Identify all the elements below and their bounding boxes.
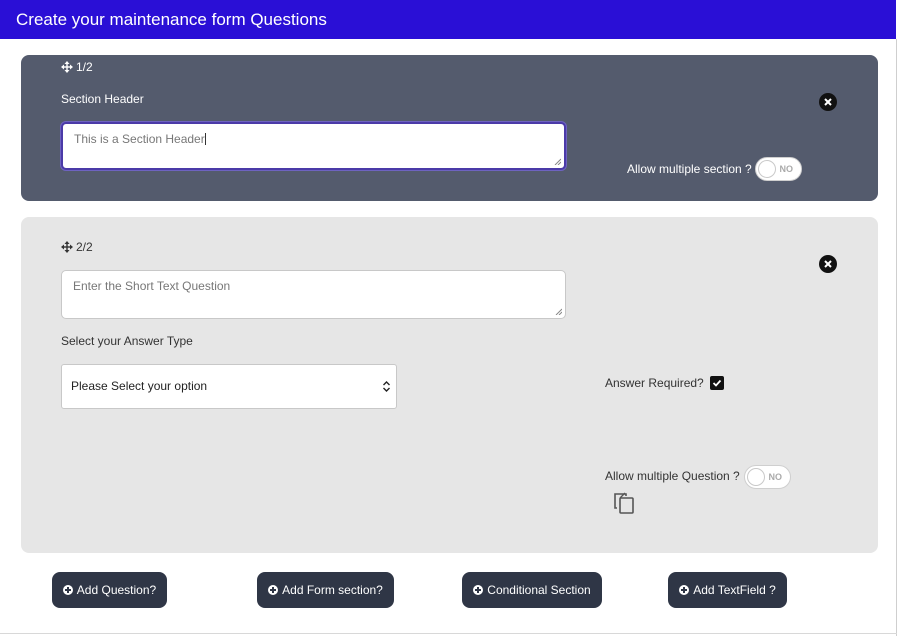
answer-type-select[interactable]: Please Select your option — [61, 364, 397, 409]
section-header-label: Section Header — [61, 92, 144, 106]
section-index: 1/2 — [76, 60, 93, 74]
toggle-state: NO — [768, 472, 783, 482]
question-drag-handle[interactable]: 2/2 — [61, 240, 93, 254]
answer-type-selected: Please Select your option — [71, 379, 208, 393]
resize-grip-icon[interactable] — [554, 158, 561, 165]
plus-circle-icon — [268, 585, 279, 595]
add-form-section-label: Add Form section? — [282, 583, 383, 597]
section-header-input[interactable]: This is a Section Header — [61, 122, 566, 170]
question-card: 2/2 Enter the Short Text Question Select… — [21, 217, 878, 553]
question-index: 2/2 — [76, 240, 93, 254]
section-header-card: 1/2 Section Header This is a Section Hea… — [21, 55, 878, 201]
answer-type-label: Select your Answer Type — [61, 334, 193, 348]
plus-circle-icon — [62, 585, 73, 595]
section-header-value: This is a Section Header — [74, 132, 205, 146]
add-textfield-label: Add TextField ? — [693, 583, 776, 597]
close-circle-icon — [824, 98, 832, 106]
conditional-section-button[interactable]: Conditional Section — [462, 572, 602, 608]
page-header: Create your maintenance form Questions — [0, 0, 896, 39]
plus-circle-icon — [679, 585, 690, 595]
close-circle-icon — [824, 260, 832, 268]
page-title: Create your maintenance form Questions — [16, 9, 327, 29]
move-arrows-icon — [61, 241, 73, 253]
section-drag-handle[interactable]: 1/2 — [61, 60, 93, 74]
add-question-label: Add Question? — [76, 583, 157, 597]
checkmark-icon — [712, 379, 722, 387]
question-placeholder: Enter the Short Text Question — [73, 279, 231, 293]
move-arrows-icon — [61, 61, 73, 73]
toggle-state: NO — [779, 164, 794, 174]
allow-multiple-question-toggle[interactable]: NO — [744, 465, 791, 489]
toggle-knob — [747, 468, 765, 486]
add-form-section-button[interactable]: Add Form section? — [257, 572, 394, 608]
remove-section-button[interactable] — [819, 93, 837, 111]
plus-circle-icon — [473, 585, 484, 595]
bottom-divider — [0, 633, 897, 634]
remove-question-button[interactable] — [819, 255, 837, 273]
chevron-updown-icon — [383, 381, 390, 392]
resize-grip-icon[interactable] — [555, 308, 562, 315]
answer-required-label: Answer Required? — [605, 376, 704, 390]
conditional-section-label: Conditional Section — [487, 583, 591, 597]
allow-multiple-section-toggle[interactable]: NO — [755, 157, 802, 181]
allow-multiple-section-label: Allow multiple section ? — [627, 162, 752, 176]
answer-required-checkbox[interactable] — [710, 376, 724, 390]
add-textfield-button[interactable]: Add TextField ? — [668, 572, 787, 608]
add-question-button[interactable]: Add Question? — [52, 572, 167, 608]
right-divider — [896, 39, 897, 636]
copy-icon[interactable] — [612, 491, 636, 515]
question-text-input[interactable]: Enter the Short Text Question — [61, 270, 566, 319]
text-caret — [204, 133, 206, 145]
allow-multiple-question-label: Allow multiple Question ? — [605, 469, 740, 483]
toggle-knob — [758, 160, 776, 178]
